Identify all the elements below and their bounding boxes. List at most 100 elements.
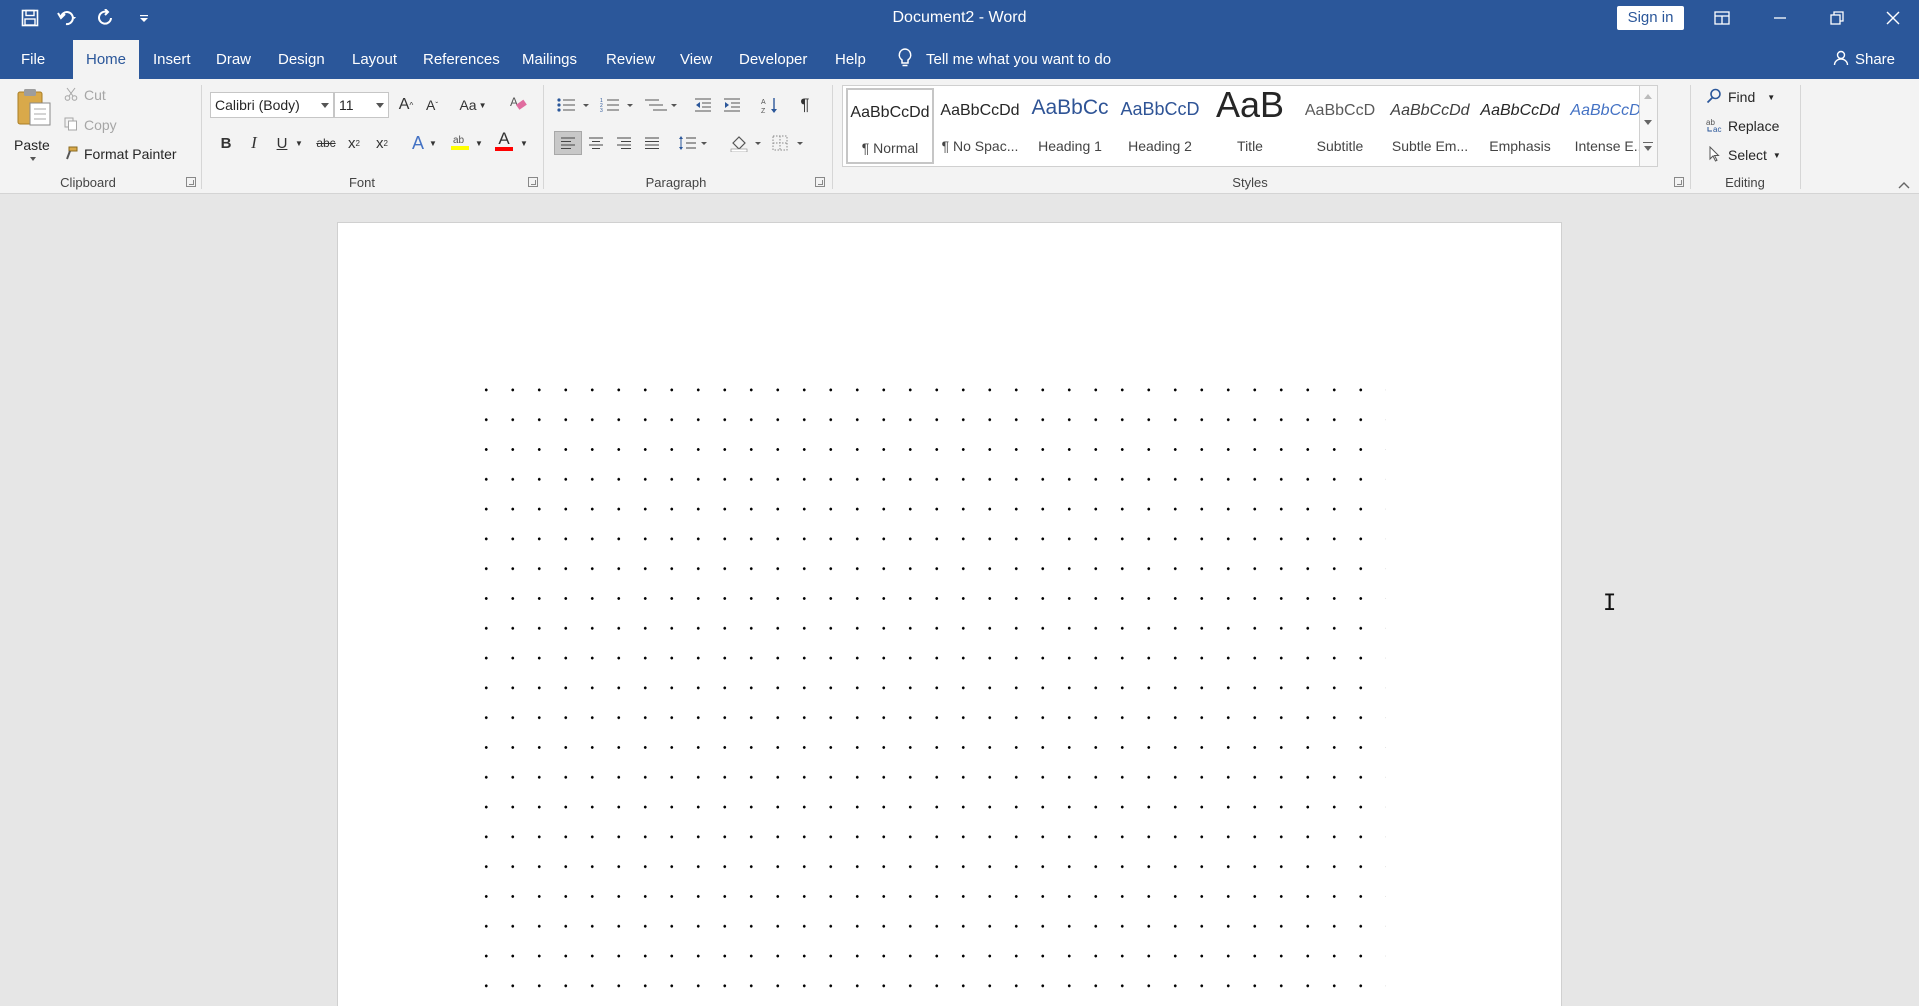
tab-developer[interactable]: Developer (727, 40, 819, 79)
borders-button[interactable] (770, 131, 808, 155)
underline-dropdown-icon[interactable]: ▼ (293, 131, 305, 155)
tab-design[interactable]: Design (266, 40, 337, 79)
find-label: Find (1728, 89, 1756, 105)
tab-layout[interactable]: Layout (340, 40, 409, 79)
highlight-dropdown-icon[interactable]: ▼ (473, 131, 485, 155)
close-icon[interactable] (1870, 0, 1916, 36)
styles-dialog-launcher-icon[interactable] (1674, 177, 1684, 187)
replace-button[interactable]: ab ac Replace (1706, 114, 1779, 138)
style-name: Emphasis (1489, 138, 1551, 154)
grow-font-button[interactable]: A ^ (394, 93, 418, 117)
decrease-indent-button[interactable] (691, 93, 715, 117)
copy-button[interactable]: Copy (64, 113, 117, 137)
format-painter-button[interactable]: Format Painter (64, 142, 177, 166)
document-page[interactable] (337, 222, 1562, 1006)
sign-in-button[interactable]: Sign in (1617, 6, 1684, 30)
cut-button[interactable]: Cut (64, 83, 106, 107)
show-formatting-marks-button[interactable]: ¶ (793, 93, 817, 117)
minimize-icon[interactable] (1757, 0, 1803, 36)
select-button[interactable]: Select ▼ (1706, 143, 1781, 167)
paste-button[interactable]: Paste (10, 85, 56, 171)
bullets-button[interactable] (554, 93, 594, 117)
tab-review[interactable]: Review (594, 40, 667, 79)
ribbon-display-options-icon[interactable] (1699, 0, 1745, 36)
font-dialog-launcher-icon[interactable] (528, 177, 538, 187)
scroll-up-icon[interactable] (1644, 94, 1652, 99)
sort-button[interactable]: AZ (758, 93, 782, 117)
font-color-dropdown-icon[interactable]: ▼ (518, 131, 530, 155)
style-subtle-emphasis[interactable]: AaBbCcDd Subtle Em... (1386, 88, 1474, 164)
increase-indent-button[interactable] (720, 93, 744, 117)
style-name: Title (1237, 138, 1263, 154)
font-size-select[interactable]: 11 (334, 92, 389, 118)
subscript-button[interactable]: x2 (342, 131, 366, 155)
underline-button[interactable]: U (270, 131, 294, 155)
scroll-down-icon[interactable] (1644, 120, 1652, 125)
style-sample: AaBbCc (1031, 96, 1109, 119)
restore-icon[interactable] (1814, 0, 1860, 36)
tab-home[interactable]: Home (73, 40, 139, 79)
tell-me-label: Tell me what you want to do (926, 51, 1112, 68)
styles-gallery-scroll[interactable] (1639, 86, 1657, 166)
superscript-button[interactable]: x2 (370, 131, 394, 155)
change-case-button[interactable]: Aa ▼ (456, 93, 490, 117)
highlight-button[interactable]: ab (448, 131, 472, 155)
svg-text:A: A (510, 95, 518, 109)
find-button[interactable]: Find ▼ (1706, 85, 1775, 109)
text-effects-dropdown-icon[interactable]: ▼ (427, 131, 439, 155)
group-separator (543, 85, 544, 189)
shading-button[interactable] (728, 131, 766, 155)
justify-button[interactable] (640, 131, 664, 155)
style-title[interactable]: AaB Title (1206, 84, 1294, 164)
italic-button[interactable]: I (242, 131, 266, 155)
svg-text:Z: Z (761, 108, 766, 114)
more-styles-arrow-icon[interactable] (1644, 146, 1652, 151)
tab-mailings[interactable]: Mailings (510, 40, 589, 79)
subscript-icon: x (348, 134, 356, 152)
svg-text:ac: ac (1713, 125, 1721, 133)
style-subtitle[interactable]: AaBbCcD Subtitle (1296, 88, 1384, 164)
svg-text:ab: ab (453, 135, 465, 146)
tab-references[interactable]: References (411, 40, 512, 79)
numbering-button[interactable]: 123 (598, 93, 638, 117)
align-right-button[interactable] (612, 131, 636, 155)
lightbulb-icon (898, 47, 912, 72)
tab-view[interactable]: View (668, 40, 724, 79)
style-heading-2[interactable]: AaBbCcD Heading 2 (1116, 88, 1204, 164)
font-color-button[interactable]: A (492, 129, 516, 153)
tab-file[interactable]: File (9, 40, 57, 79)
group-separator (1800, 85, 1801, 189)
clear-formatting-button[interactable]: A (506, 93, 530, 117)
document-canvas[interactable] (0, 194, 1919, 1006)
bold-button[interactable]: B (214, 131, 238, 155)
tell-me-search[interactable]: Tell me what you want to do (898, 40, 1111, 79)
editing-group-label: Editing (1725, 175, 1765, 190)
style-sample: AaBbCcDd (1480, 102, 1560, 119)
style-normal[interactable]: AaBbCcDd ¶ Normal (846, 88, 934, 164)
paintbrush-icon (64, 146, 78, 163)
find-dropdown-icon: ▼ (1767, 92, 1776, 102)
align-center-button[interactable] (584, 131, 608, 155)
tab-help[interactable]: Help (823, 40, 878, 79)
paragraph-dialog-launcher-icon[interactable] (815, 177, 825, 187)
line-spacing-button[interactable] (676, 131, 712, 155)
tab-draw[interactable]: Draw (204, 40, 263, 79)
style-emphasis[interactable]: AaBbCcDd Emphasis (1476, 88, 1564, 164)
select-label: Select (1728, 147, 1767, 163)
strikethrough-button[interactable]: abc (312, 131, 340, 155)
tab-insert[interactable]: Insert (141, 40, 203, 79)
clipboard-dialog-launcher-icon[interactable] (186, 177, 196, 187)
group-separator (832, 85, 833, 189)
align-left-button[interactable] (554, 131, 582, 155)
style-heading-1[interactable]: AaBbCc Heading 1 (1026, 88, 1114, 164)
multilevel-list-button[interactable] (642, 93, 682, 117)
font-family-select[interactable]: Calibri (Body) (210, 92, 334, 118)
share-button[interactable]: Share (1833, 40, 1895, 79)
shrink-font-button[interactable]: Aˇ (420, 93, 444, 117)
style-no-spacing[interactable]: AaBbCcDd ¶ No Spac... (936, 88, 1024, 164)
style-sample: AaBbCcD (1304, 102, 1376, 119)
font-group-label: Font (348, 175, 375, 190)
collapse-ribbon-icon[interactable] (1897, 177, 1911, 195)
font-size-value: 11 (339, 97, 354, 113)
more-styles-icon[interactable] (1643, 142, 1653, 143)
